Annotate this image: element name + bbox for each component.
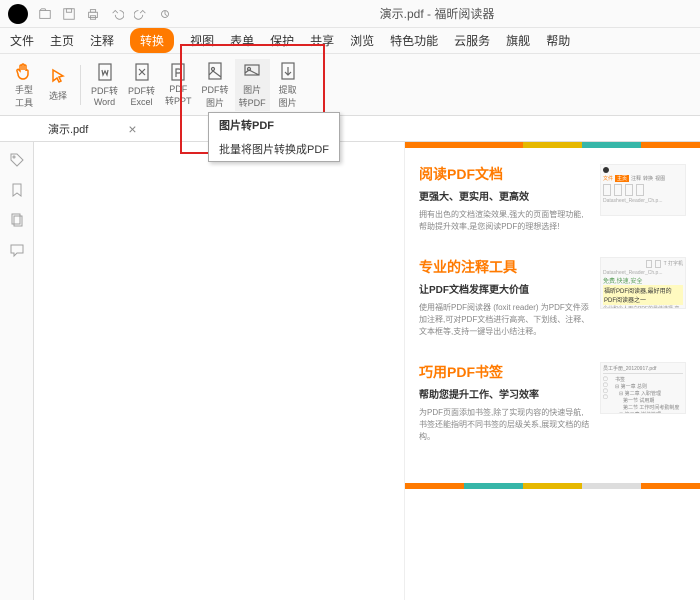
- menu-convert[interactable]: 转换: [130, 28, 174, 53]
- close-icon[interactable]: ×: [128, 121, 136, 137]
- image-to-pdf-dropdown[interactable]: 图片转PDF 批量将图片转换成PDF: [208, 112, 340, 162]
- menu-protect[interactable]: 保护: [270, 32, 294, 49]
- section2-subtitle: 让PDF文档发挥更大价值: [419, 281, 590, 296]
- blank-area: [34, 142, 404, 600]
- hand-tool-button[interactable]: 手型 工具: [8, 59, 40, 111]
- section1-thumbnail: 文件主页注释转换视图 Datasheet_Reader_Ch.p...: [600, 164, 686, 216]
- undo-icon[interactable]: [110, 7, 124, 21]
- section3-thumbnail: 员工手册_20120917.pdf ▢▢▢▢ 书签 ⊟ 第一章 总则 ⊟ 第二章…: [600, 362, 686, 414]
- toolbar: 手型 工具 选择 PDF转 Word PDF转 Excel PDF 转PPT P…: [0, 54, 700, 116]
- comment-icon[interactable]: [9, 242, 25, 258]
- menu-browse[interactable]: 浏览: [350, 32, 374, 49]
- menu-comment[interactable]: 注释: [90, 32, 114, 49]
- menu-flagship[interactable]: 旗舰: [506, 32, 530, 49]
- pdf-to-excel-button[interactable]: PDF转 Excel: [124, 60, 159, 109]
- section2-thumbnail: T 打字机 Datasheet_Reader_Ch.p... 免费,快速,安全 …: [600, 257, 686, 309]
- menu-help[interactable]: 帮助: [546, 32, 570, 49]
- pdf-to-ppt-button[interactable]: PDF 转PPT: [161, 60, 196, 109]
- pdf-to-excel-label: PDF转 Excel: [128, 84, 155, 107]
- extract-image-button[interactable]: 提取 图片: [272, 59, 304, 111]
- pdf-to-ppt-label: PDF 转PPT: [165, 84, 192, 107]
- image-to-pdf-label: 图片 转PDF: [239, 83, 266, 109]
- app-icon: [8, 4, 28, 24]
- section3-subtitle: 帮助您提升工作、学习效率: [419, 386, 590, 401]
- open-icon[interactable]: [38, 7, 52, 21]
- menu-share[interactable]: 共享: [310, 32, 334, 49]
- section1-subtitle: 更强大、更实用、更高效: [419, 188, 590, 203]
- sidebar: [0, 142, 34, 600]
- print-icon[interactable]: [86, 7, 100, 21]
- menu-view[interactable]: 视图: [190, 32, 214, 49]
- pdf-to-word-label: PDF转 Word: [91, 84, 118, 107]
- dropdown-desc[interactable]: 批量将图片转换成PDF: [209, 137, 339, 161]
- dropdown-title[interactable]: 图片转PDF: [209, 113, 339, 137]
- section3-title: 巧用PDF书签: [419, 362, 590, 382]
- section2-title: 专业的注释工具: [419, 257, 590, 277]
- save-icon[interactable]: [62, 7, 76, 21]
- menu-home[interactable]: 主页: [50, 32, 74, 49]
- section2-body: 使用福昕PDF阅读器 (foxit reader) 为PDF文件添加注释,可对P…: [419, 302, 590, 338]
- menu-features[interactable]: 特色功能: [390, 32, 438, 49]
- section1-body: 拥有出色的文档渲染效果,强大的页面管理功能,帮助提升效率,是您阅读PDF的理想选…: [419, 209, 590, 233]
- tab-label: 演示.pdf: [48, 121, 88, 137]
- pdf-to-word-button[interactable]: PDF转 Word: [87, 60, 122, 109]
- tabbar: 演示.pdf ×: [0, 116, 700, 142]
- bookmark-icon[interactable]: [9, 182, 25, 198]
- select-tool-label: 选择: [49, 89, 67, 102]
- extract-image-label: 提取 图片: [279, 83, 297, 109]
- select-tool-button[interactable]: 选择: [42, 65, 74, 104]
- section3-body: 为PDF页面添加书签,除了实现内容的快速导航,书签还能指明不同书签的层级关系,展…: [419, 407, 590, 443]
- pages-icon[interactable]: [9, 212, 25, 228]
- document-tab[interactable]: 演示.pdf ×: [40, 121, 145, 137]
- redo-icon[interactable]: [134, 7, 148, 21]
- document-preview: 阅读PDF文档 更强大、更实用、更高效 拥有出色的文档渲染效果,强大的页面管理功…: [404, 142, 700, 600]
- menu-file[interactable]: 文件: [10, 32, 34, 49]
- menu-cloud[interactable]: 云服务: [454, 32, 490, 49]
- tag-icon[interactable]: [9, 152, 25, 168]
- pdf-to-image-label: PDF转 图片: [202, 83, 229, 109]
- window-title: 演示.pdf - 福昕阅读器: [182, 5, 692, 22]
- section1-title: 阅读PDF文档: [419, 164, 590, 184]
- pdf-to-image-button[interactable]: PDF转 图片: [198, 59, 233, 111]
- hand-tool-label: 手型 工具: [15, 83, 33, 109]
- more-icon[interactable]: [158, 7, 172, 21]
- menubar: 文件 主页 注释 转换 视图 表单 保护 共享 浏览 特色功能 云服务 旗舰 帮…: [0, 28, 700, 54]
- image-to-pdf-button[interactable]: 图片 转PDF: [235, 59, 270, 111]
- menu-form[interactable]: 表单: [230, 32, 254, 49]
